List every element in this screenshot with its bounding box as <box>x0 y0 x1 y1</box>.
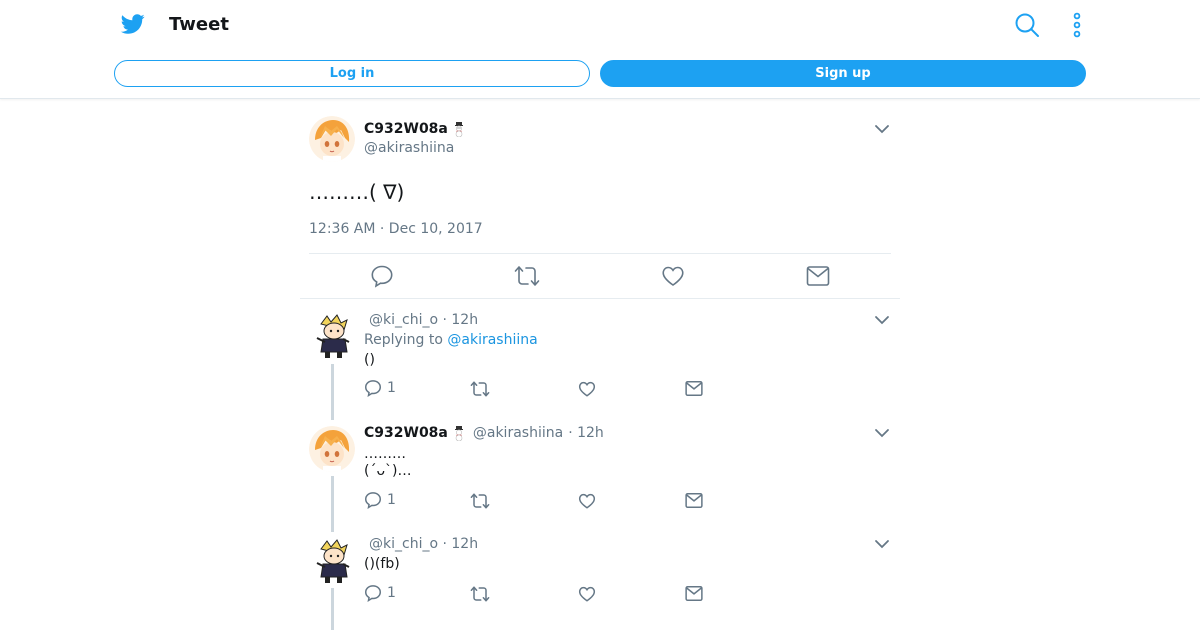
search-icon[interactable] <box>1014 12 1040 38</box>
avatar[interactable] <box>309 426 355 472</box>
chevron-down-icon[interactable] <box>874 315 890 325</box>
reply-handle[interactable]: @ki_chi_o <box>369 536 438 552</box>
retweet-icon[interactable] <box>470 492 490 510</box>
like-icon[interactable] <box>578 380 596 398</box>
message-icon[interactable] <box>685 585 703 602</box>
retweet-icon[interactable] <box>470 585 490 603</box>
avatar[interactable] <box>309 537 355 583</box>
like-icon[interactable] <box>578 492 596 510</box>
reply-count: 1 <box>387 585 396 601</box>
snowman-emoji-icon <box>454 426 463 441</box>
tweet-text: ………( ∇) <box>309 180 405 204</box>
tweet-timestamp[interactable]: 12:36 AM · Dec 10, 2017 <box>309 221 483 237</box>
reply-header: C932W08a @akirashiina · 12h <box>364 425 604 441</box>
retweet-icon[interactable] <box>514 264 540 288</box>
reply-handle[interactable]: @ki_chi_o <box>369 312 438 328</box>
retweet-icon[interactable] <box>470 380 490 398</box>
reply-icon[interactable] <box>364 491 382 509</box>
snowman-emoji-icon <box>454 122 463 137</box>
reply-author-name[interactable]: C932W08a <box>364 425 448 441</box>
chevron-down-icon[interactable] <box>874 428 890 438</box>
reply-text: () <box>364 352 375 368</box>
more-vertical-icon[interactable] <box>1070 12 1084 38</box>
twitter-bird-icon[interactable] <box>120 12 146 36</box>
replying-to-label: Replying to <box>364 332 443 348</box>
reply-header: @ki_chi_o · 12h <box>369 536 478 552</box>
replying-to: Replying to @akirashiina <box>364 332 538 348</box>
tweet-author: C932W08a <box>364 121 467 137</box>
reply-count: 1 <box>387 492 396 508</box>
reply-time[interactable]: · 12h <box>568 425 604 441</box>
reply-count: 1 <box>387 380 396 396</box>
top-bar: Tweet Log in Sign up <box>0 0 1200 99</box>
divider <box>309 253 891 254</box>
message-icon[interactable] <box>685 492 703 509</box>
message-icon[interactable] <box>685 380 703 397</box>
reply-icon[interactable] <box>370 264 394 288</box>
like-icon[interactable] <box>661 264 685 288</box>
divider <box>300 298 900 299</box>
reply-text-line: ……… <box>364 446 406 462</box>
thread-line <box>331 364 334 420</box>
avatar[interactable] <box>309 312 355 358</box>
page-title: Tweet <box>169 14 229 35</box>
reply-time[interactable]: · 12h <box>442 312 478 328</box>
reply-icon[interactable] <box>364 379 382 397</box>
login-button[interactable]: Log in <box>114 60 590 87</box>
reply-text-line: (´ᴗ`)… <box>364 463 412 479</box>
message-icon[interactable] <box>806 265 830 287</box>
chevron-down-icon[interactable] <box>874 124 890 134</box>
replying-to-link[interactable]: @akirashiina <box>447 332 537 348</box>
reply-handle[interactable]: @akirashiina <box>473 425 563 441</box>
reply-text: ()(fb) <box>364 556 400 572</box>
thread-line <box>331 588 334 630</box>
reply-time[interactable]: · 12h <box>442 536 478 552</box>
author-name[interactable]: C932W08a <box>364 121 448 137</box>
like-icon[interactable] <box>578 585 596 603</box>
reply-header: @ki_chi_o · 12h <box>369 312 478 328</box>
thread-line <box>331 476 334 532</box>
reply-icon[interactable] <box>364 584 382 602</box>
author-handle[interactable]: @akirashiina <box>364 140 454 156</box>
signup-button[interactable]: Sign up <box>600 60 1086 87</box>
reply-text: ……… (´ᴗ`)… <box>364 446 412 480</box>
avatar[interactable] <box>309 116 355 162</box>
chevron-down-icon[interactable] <box>874 539 890 549</box>
